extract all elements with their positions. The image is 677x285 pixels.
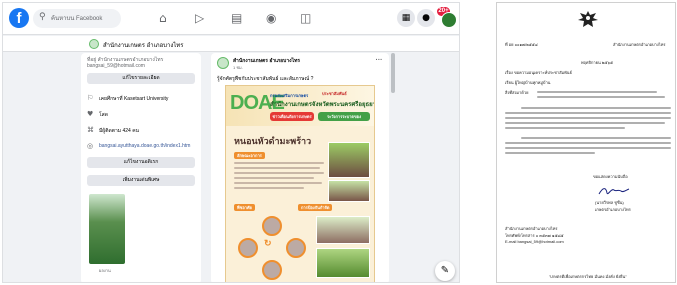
letter-closing: ขอแสดงความนับถือ	[593, 174, 628, 179]
poster-photo-tree	[328, 142, 370, 178]
featured-photo[interactable]	[89, 194, 125, 264]
heart-icon: ♥	[87, 110, 94, 118]
intro-relationship: โสด	[99, 112, 108, 118]
globe-icon: ◎	[87, 142, 94, 150]
edit-details-button[interactable]: แก้ไขรายละเอียด	[87, 73, 195, 84]
video-icon[interactable]: ▷	[195, 11, 204, 25]
add-featured-button[interactable]: เพิ่มงานเด่นพิเศษ	[87, 175, 195, 186]
letter-date: พฤศจิกายน ๒๕๖๕	[581, 60, 614, 65]
poster-label-fix: การป้องกันกำจัด	[298, 204, 333, 211]
page-avatar[interactable]	[89, 39, 99, 49]
poster-body-text	[234, 162, 324, 192]
intro-education: เคยศึกษาที่ Kasetsart University	[99, 96, 169, 102]
poster-photo-leaf	[328, 180, 370, 202]
post-more-icon[interactable]: ···	[373, 57, 385, 67]
poster-label-symptoms: ลักษณะอาการ	[234, 152, 265, 159]
screenshot-root: f ⚲ ค้นหาบน Facebook ⌂ ▷ ▤ ◉ ◫ ▦ ● 20+ ส…	[0, 0, 677, 285]
poster-tag: ประชาสัมพันธ์	[322, 91, 347, 96]
letter-body-paragraph-1	[505, 107, 671, 132]
groups-icon[interactable]: ◉	[266, 11, 276, 25]
intro-email: bangsai_59@hotmail.com	[87, 63, 145, 69]
intro-education-row: ⚐ เคยศึกษาที่ Kasetsart University	[87, 93, 199, 103]
poster-photo-control	[316, 216, 370, 244]
letter-contact-office: สำนักงานเกษตรอำเภอบางไทร	[505, 226, 558, 231]
poster-pill-warning: ข่าวเตือนภัยการเกษตร	[270, 112, 314, 121]
post-time[interactable]: 1 ชม.	[233, 64, 243, 71]
letter-agency: สำนักงานเกษตรอำเภอบางไทร	[613, 42, 666, 47]
menu-grid-icon[interactable]: ▦	[397, 9, 415, 27]
search-placeholder: ค้นหาบน Facebook	[51, 16, 103, 22]
poster-lifecycle-pupa	[262, 260, 282, 280]
poster-agency: กรมส่งเสริมการเกษตร	[270, 93, 309, 98]
intro-panel: ที่อยู่ สำนักงานเกษตรอำเภอบางไทร bangsai…	[81, 53, 201, 282]
profile-avatar[interactable]	[441, 12, 457, 28]
letter-attachment: สิ่งที่ส่งมาด้วย	[505, 90, 529, 95]
facebook-logo[interactable]: f	[9, 8, 29, 28]
letter-signer-name: (นายวีรพล ชูชื่น)	[595, 200, 624, 205]
poster-label-host: พืชอาศัย	[234, 204, 255, 211]
letter-contact-phone: โทรศัพท์/โทรสาร ๐ ๓๕๓๗ ๑๕๘๕	[505, 233, 564, 238]
letter-slogan: "เกษตรดีเพื่อเกษตรกรไทย มั่นคง มั่งคั่ง …	[549, 274, 627, 279]
home-icon[interactable]: ⌂	[159, 11, 167, 25]
rss-icon: ⌘	[87, 126, 94, 134]
post-card: สำนักงานเกษตร อำเภอบางไทร 1 ชม. ··· รู้จ…	[211, 53, 389, 282]
post-page-avatar[interactable]	[217, 57, 229, 69]
poster-cycle-arrow-icon: ↻	[264, 238, 272, 248]
poster-photo-plantation	[316, 248, 370, 278]
top-navigation-bar: f ⚲ ค้นหาบน Facebook ⌂ ▷ ▤ ◉ ◫ ▦ ● 20+	[3, 3, 459, 35]
marketplace-icon[interactable]: ▤	[231, 11, 242, 25]
signature-image	[598, 188, 630, 195]
education-icon: ⚐	[87, 94, 94, 102]
intro-followers-row: ⌘ มีผู้ติดตาม 424 คน	[87, 125, 199, 135]
featured-caption: ผลงาน	[99, 268, 111, 273]
edit-hobbies-button[interactable]: แก้ไขงานอดิเรก	[87, 157, 195, 168]
page-header-name[interactable]: สำนักงานเกษตร อำเภอบางไทร	[103, 40, 183, 50]
official-letter: ที่ อย ๐๐๑๗/๒๕๕๔ สำนักงานเกษตรอำเภอบางไท…	[496, 2, 676, 283]
poster-headline: หนอนหัวดำมะพร้าว	[234, 136, 312, 146]
post-text: รู้จักศัตรูพืชกับประชาสัมพันธ์ และสัมภาษ…	[217, 76, 314, 82]
facebook-window: f ⚲ ค้นหาบน Facebook ⌂ ▷ ▤ ◉ ◫ ▦ ● 20+ ส…	[2, 2, 460, 283]
letter-to: เรียน ผู้ใหญ่บ้านทุกหมู่บ้าน	[505, 80, 551, 85]
gaming-icon[interactable]: ◫	[300, 11, 311, 25]
feed-scrollbar[interactable]	[391, 53, 395, 93]
poster-lifecycle-egg	[262, 216, 282, 236]
letter-ref-number: ที่ อย ๐๐๑๗/๒๕๕๔	[505, 42, 538, 47]
page-header: สำนักงานเกษตร อำเภอบางไทร	[3, 36, 459, 52]
letter-signer-title: เกษตรอำเภอบางไทร	[595, 207, 631, 212]
intro-website-link[interactable]: bangsai.ayutthaya.doae.go.th/index1.htm	[99, 143, 190, 149]
letter-subject: เรื่อง ขอความอนุเคราะห์ประชาสัมพันธ์	[505, 70, 572, 75]
post-image-poster[interactable]: DOAE ประชาสัมพันธ์ กรมส่งเสริมการเกษตร ส…	[225, 85, 375, 282]
poster-lifecycle-moth	[286, 238, 306, 258]
letter-attachment-text	[537, 91, 669, 101]
intro-relationship-row: ♥ โสด	[87, 109, 199, 119]
post-page-name[interactable]: สำนักงานเกษตร อำเภอบางไทร	[233, 57, 300, 65]
letter-body-paragraph-2	[505, 137, 671, 157]
new-message-icon[interactable]: ✎	[435, 261, 455, 281]
letter-contact-email: E-mail bangsai_59@hotmail.com	[505, 239, 564, 244]
search-icon: ⚲	[39, 12, 46, 22]
intro-followers: มีผู้ติดตาม 424 คน	[99, 128, 139, 134]
messenger-icon[interactable]: ●	[417, 9, 435, 27]
search-box[interactable]: ⚲ ค้นหาบน Facebook	[33, 9, 121, 28]
poster-lifecycle-larva	[238, 238, 258, 258]
garuda-emblem-icon	[578, 11, 598, 27]
intro-website-row: ◎ bangsai.ayutthaya.doae.go.th/index1.ht…	[87, 141, 199, 151]
poster-pill-outbreak: ระวังการระบาดของ	[318, 112, 370, 121]
poster-title: สำนักงานเกษตรจังหวัดพระนครศรีอยุธยา	[270, 102, 375, 108]
